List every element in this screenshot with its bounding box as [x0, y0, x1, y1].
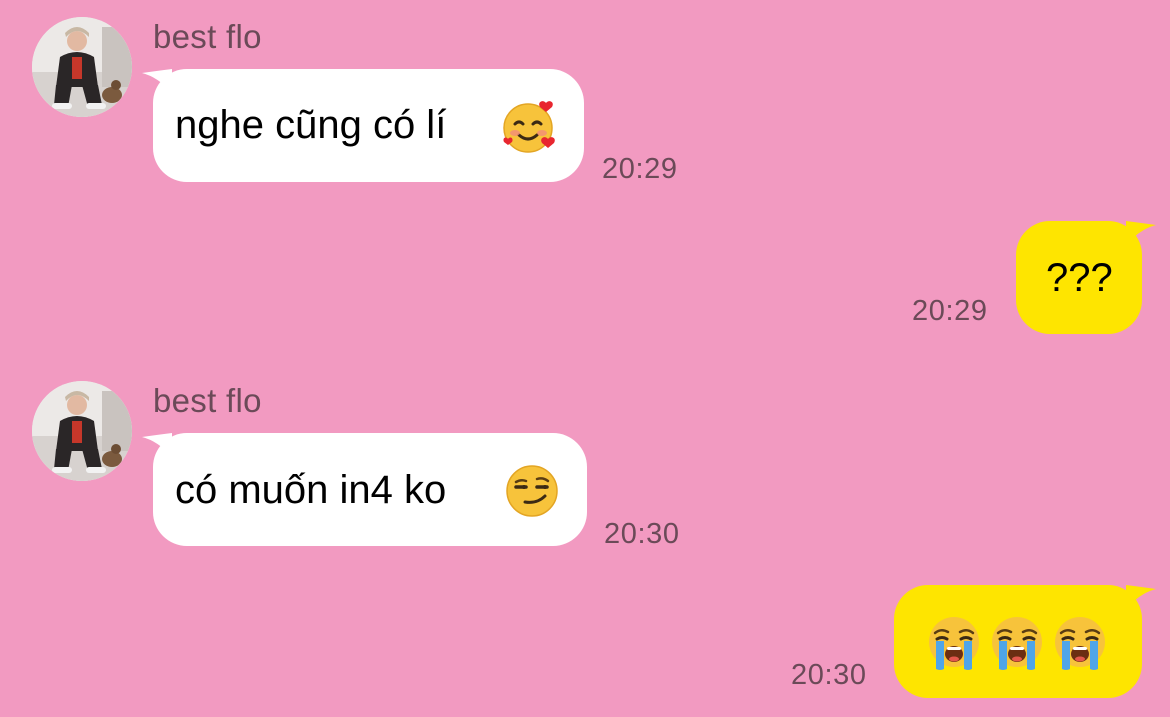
loudly-crying-face-icon — [927, 615, 981, 676]
bubble-tail — [1126, 585, 1156, 609]
avatar[interactable] — [32, 381, 132, 481]
message-text: có muốn in4 ko — [175, 468, 447, 512]
smirking-face-icon — [505, 464, 559, 523]
bubble-tail — [142, 433, 172, 457]
message-bubble-incoming[interactable]: có muốn in4 ko — [142, 433, 587, 546]
message-time: 20:30 — [791, 659, 867, 691]
loudly-crying-face-icon — [990, 615, 1044, 676]
smiling-face-with-hearts-icon — [502, 99, 558, 160]
message-text: ??? — [1046, 256, 1113, 300]
bubble-tail — [142, 69, 172, 93]
bubble-tail — [1126, 221, 1156, 245]
loudly-crying-face-icon — [1053, 615, 1107, 676]
message-bubble-outgoing[interactable] — [894, 585, 1156, 698]
message-bubble-incoming[interactable]: nghe cũng có lí — [142, 69, 584, 182]
message-text: nghe cũng có lí — [175, 103, 447, 147]
sender-name: best flo — [153, 18, 262, 55]
message-time: 20:30 — [604, 518, 680, 550]
sender-name: best flo — [153, 382, 262, 419]
avatar[interactable] — [32, 17, 132, 117]
message-time: 20:29 — [912, 295, 988, 327]
chat-thread: best flo nghe cũng có lí 20:29 ??? 20:29… — [0, 0, 1170, 717]
message-time: 20:29 — [602, 153, 678, 185]
message-bubble-outgoing[interactable]: ??? — [1016, 221, 1156, 334]
